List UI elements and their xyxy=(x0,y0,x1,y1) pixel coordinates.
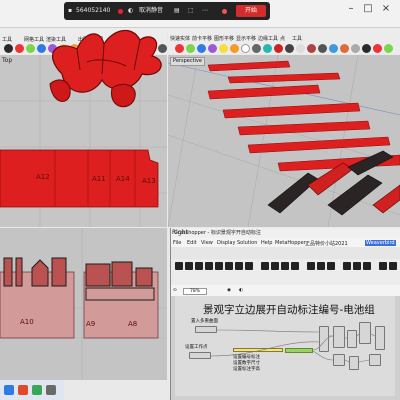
component-icon[interactable] xyxy=(215,262,223,270)
start-button[interactable]: 开始 xyxy=(236,5,266,17)
menu-edit[interactable]: Edit xyxy=(187,240,197,246)
viewport-perspective[interactable]: Perspective xyxy=(168,55,400,227)
minimize-icon[interactable]: – xyxy=(345,3,357,15)
material-ball-icon[interactable] xyxy=(285,44,294,53)
left-tab-0[interactable]: 工具 xyxy=(2,36,12,43)
viewport-perspective-canvas xyxy=(168,55,400,227)
gh-wires xyxy=(210,329,376,363)
recording-dot-icon xyxy=(222,9,227,14)
component-icon[interactable] xyxy=(343,262,351,270)
part-label: A12 xyxy=(36,173,50,181)
grasshopper-component-ribbon xyxy=(171,259,400,277)
part-label: A8 xyxy=(128,320,138,328)
part-label: A14 xyxy=(116,175,130,183)
material-ball-icon[interactable] xyxy=(252,44,261,53)
right-tab-6[interactable]: 工具 xyxy=(292,35,302,42)
component-icon[interactable] xyxy=(327,262,335,270)
material-ball-icon[interactable] xyxy=(263,44,272,53)
grasshopper-menubar: File Edit View Display Solution Help Met… xyxy=(171,238,400,247)
component-icon[interactable] xyxy=(261,262,269,270)
material-ball-icon[interactable] xyxy=(340,44,349,53)
component-icon[interactable] xyxy=(353,262,361,270)
close-icon[interactable]: × xyxy=(380,3,392,15)
component-icon[interactable] xyxy=(175,262,183,270)
component-icon[interactable] xyxy=(281,262,289,270)
grasshopper-window: Grasshopper - 标识景观字开自动标注 File Edit View … xyxy=(170,228,400,400)
component-icon[interactable] xyxy=(185,262,193,270)
right-tab-3[interactable]: 显示平移 xyxy=(236,35,256,42)
component-icon[interactable] xyxy=(379,262,387,270)
component-icon[interactable] xyxy=(389,262,397,270)
menu-file[interactable]: File xyxy=(173,240,181,246)
material-ball-icon[interactable] xyxy=(296,44,305,53)
component-icon[interactable] xyxy=(317,262,325,270)
menu-display[interactable]: Display xyxy=(217,240,235,246)
component-icon[interactable] xyxy=(307,262,315,270)
viewport-perspective-label[interactable]: Perspective xyxy=(170,57,205,66)
material-ball-icon[interactable] xyxy=(241,44,250,53)
material-ball-icon[interactable] xyxy=(219,44,228,53)
grasshopper-ribbon-2 xyxy=(171,277,400,285)
material-ball-icon[interactable] xyxy=(208,44,217,53)
app-icon[interactable] xyxy=(4,385,14,395)
viewport-top-label[interactable]: Top xyxy=(2,57,12,64)
part-label: A11 xyxy=(92,175,106,183)
part-label: A10 xyxy=(20,318,34,326)
eye-icon[interactable]: ◉ xyxy=(227,288,231,293)
right-tab-5[interactable]: 点 xyxy=(280,35,285,42)
right-tab-4[interactable]: 边缘工具 xyxy=(258,35,278,42)
right-tab-2[interactable]: 图形平移 xyxy=(214,35,234,42)
grasshopper-tab-strip xyxy=(171,247,400,259)
part-label: A13 xyxy=(142,177,156,185)
material-ball-icon[interactable] xyxy=(4,44,13,53)
grasshopper-canvas[interactable]: 景观字立边展开自动标注编号-电池组 置入多重曲面 设置工作点 设置编号标注 设置… xyxy=(171,296,400,400)
component-icon[interactable] xyxy=(271,262,279,270)
app-icon[interactable] xyxy=(46,385,56,395)
menu-view[interactable]: View xyxy=(201,240,213,246)
component-icon[interactable] xyxy=(195,262,203,270)
menu-shop[interactable]: 正品特价小站2021 xyxy=(305,240,348,247)
material-ball-icon[interactable] xyxy=(197,44,206,53)
material-ball-icon[interactable] xyxy=(329,44,338,53)
material-ball-icon[interactable] xyxy=(362,44,371,53)
grasshopper-canvas-toolbar: ⊙ 78% ◉ ◐ xyxy=(171,285,400,296)
material-ball-icon[interactable] xyxy=(384,44,393,53)
maximize-icon[interactable]: □ xyxy=(362,3,374,15)
app-icon[interactable] xyxy=(32,385,42,395)
part-label: A9 xyxy=(86,320,96,328)
menu-help[interactable]: Help xyxy=(261,240,272,246)
component-icon[interactable] xyxy=(363,262,371,270)
viewport-right-label[interactable]: Right xyxy=(172,229,188,236)
material-ball-icon[interactable] xyxy=(318,44,327,53)
zoom-icon[interactable]: ⊙ xyxy=(173,288,177,293)
material-ball-icon[interactable] xyxy=(186,44,195,53)
app-icon[interactable] xyxy=(18,385,28,395)
menu-weaverbird[interactable]: Weaverbird xyxy=(365,240,396,246)
material-ball-icon[interactable] xyxy=(351,44,360,53)
rhino-window: { "meeting_bar": { "meeting_id": "564052… xyxy=(0,0,400,400)
red-sculpture-model xyxy=(49,29,162,108)
material-ball-icon[interactable] xyxy=(307,44,316,53)
viewport-front[interactable]: A10 A9 A8 xyxy=(0,228,167,380)
menu-solution[interactable]: Solution xyxy=(237,240,257,246)
menu-metahopper[interactable]: MetaHopper xyxy=(275,240,306,246)
component-icon[interactable] xyxy=(291,262,299,270)
grasshopper-title: Grasshopper - 标识景观字开自动标注 xyxy=(171,228,400,238)
component-icon[interactable] xyxy=(225,262,233,270)
preview-icon[interactable]: ◐ xyxy=(239,288,243,293)
material-ball-icon[interactable] xyxy=(230,44,239,53)
screen-share-icon[interactable]: ⬚ xyxy=(188,2,194,20)
viewport-front-canvas xyxy=(0,228,167,380)
taskbar xyxy=(0,380,64,400)
more-icon[interactable]: ⋯ xyxy=(202,2,208,20)
right-tab-1[interactable]: 前卡平移 xyxy=(192,35,212,42)
material-ball-icon[interactable] xyxy=(373,44,382,53)
zoom-level[interactable]: 78% xyxy=(183,288,208,295)
component-icon[interactable] xyxy=(235,262,243,270)
component-icon[interactable] xyxy=(245,262,253,270)
material-ball-icon[interactable] xyxy=(274,44,283,53)
right-toolbar-tabs: 快速实体 前卡平移 图形平移 显示平移 边缘工具 点 工具 xyxy=(168,34,400,44)
component-icon[interactable] xyxy=(205,262,213,270)
